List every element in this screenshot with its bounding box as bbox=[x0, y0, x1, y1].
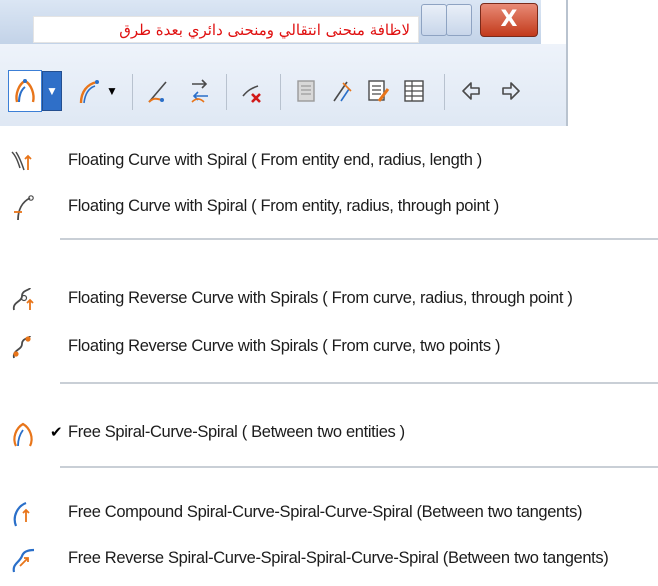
menu-separator bbox=[60, 382, 658, 384]
menu-item-label: Floating Reverse Curve with Spirals ( Fr… bbox=[68, 289, 573, 307]
properties-icon bbox=[297, 80, 315, 102]
toolbar-separator bbox=[280, 74, 281, 110]
minimize-button[interactable] bbox=[421, 4, 447, 36]
floating-curve-icon bbox=[79, 80, 99, 104]
edit-geometry-icon bbox=[333, 81, 352, 102]
menu-item-free-reverse-spiral[interactable]: Free Reverse Spiral-Curve-Spiral-Spiral-… bbox=[0, 538, 658, 578]
toolbar: ▼ ▼ bbox=[0, 44, 566, 126]
toolbar-separator bbox=[132, 74, 133, 110]
title-bar: لاظافة منحنى انتقالي ومنحنى دائري بعدة ط… bbox=[0, 0, 541, 44]
menu-separator bbox=[60, 238, 658, 240]
menu-item-label: Floating Reverse Curve with Spirals ( Fr… bbox=[68, 337, 501, 355]
reverse-spiral-icon bbox=[12, 548, 35, 573]
curve-spiral-point-icon bbox=[14, 195, 34, 221]
curve-points-icon bbox=[148, 81, 167, 103]
curve-through-points-button[interactable] bbox=[142, 70, 174, 112]
table-icon bbox=[404, 80, 424, 102]
menu-item-label: Floating Curve with Spiral ( From entity… bbox=[68, 197, 499, 215]
spiral-dropdown-menu: Floating Curve with Spiral ( From entity… bbox=[0, 126, 658, 586]
maximize-button[interactable] bbox=[446, 4, 472, 36]
close-button[interactable]: X bbox=[480, 3, 538, 37]
edit-table-button[interactable] bbox=[362, 70, 394, 112]
spiral-dropdown-arrow[interactable]: ▼ bbox=[42, 71, 62, 111]
menu-item-free-compound-spiral[interactable]: Free Compound Spiral-Curve-Spiral-Curve-… bbox=[0, 492, 658, 532]
undo-icon bbox=[462, 82, 480, 100]
redo-icon bbox=[502, 82, 520, 100]
menu-item-label: Free Reverse Spiral-Curve-Spiral-Spiral-… bbox=[68, 549, 609, 567]
curve-spiral-end-icon bbox=[11, 151, 32, 171]
free-spiral-curve-spiral-icon bbox=[13, 422, 33, 447]
table-button[interactable] bbox=[398, 70, 430, 112]
menu-item-label: Free Spiral-Curve-Spiral ( Between two e… bbox=[68, 423, 405, 441]
toolbar-separator bbox=[444, 74, 445, 110]
reverse-curve-two-points-icon bbox=[12, 335, 31, 359]
arabic-note: لاظافة منحنى انتقالي ومنحنى دائري بعدة ط… bbox=[33, 16, 419, 43]
reverse-arrows-icon bbox=[191, 79, 208, 103]
background-area bbox=[568, 0, 658, 126]
toolbar-separator bbox=[226, 74, 227, 110]
menu-item-floating-reverse-curve-two-points[interactable]: Floating Reverse Curve with Spirals ( Fr… bbox=[0, 326, 658, 366]
delete-curve-icon bbox=[242, 85, 261, 103]
free-spiral-curve-spiral-button[interactable] bbox=[8, 70, 42, 112]
spiral-curve-icon bbox=[15, 79, 35, 103]
menu-separator bbox=[60, 466, 658, 468]
title-gap bbox=[541, 0, 566, 44]
menu-item-floating-curve-spiral-point[interactable]: Floating Curve with Spiral ( From entity… bbox=[0, 186, 658, 226]
menu-item-floating-curve-spiral-end[interactable]: Floating Curve with Spiral ( From entity… bbox=[0, 140, 658, 180]
redo-button[interactable] bbox=[494, 70, 526, 112]
properties-button[interactable] bbox=[290, 70, 322, 112]
floating-dropdown-arrow[interactable]: ▼ bbox=[104, 71, 120, 111]
edit-geometry-button[interactable] bbox=[326, 70, 358, 112]
check-icon: ✔ bbox=[50, 423, 63, 441]
menu-item-floating-reverse-curve-point[interactable]: Floating Reverse Curve with Spirals ( Fr… bbox=[0, 278, 658, 318]
menu-item-free-spiral-curve-spiral[interactable]: ✔ Free Spiral-Curve-Spiral ( Between two… bbox=[0, 412, 658, 452]
undo-button[interactable] bbox=[456, 70, 488, 112]
reverse-arrows-button[interactable] bbox=[184, 70, 216, 112]
delete-curve-button[interactable] bbox=[236, 70, 268, 112]
reverse-curve-point-icon bbox=[12, 287, 34, 311]
edit-table-icon bbox=[368, 80, 390, 102]
compound-spiral-icon bbox=[13, 501, 30, 527]
menu-item-label: Floating Curve with Spiral ( From entity… bbox=[68, 151, 482, 169]
floating-curve-spiral-button[interactable] bbox=[74, 70, 104, 112]
menu-item-label: Free Compound Spiral-Curve-Spiral-Curve-… bbox=[68, 503, 583, 521]
